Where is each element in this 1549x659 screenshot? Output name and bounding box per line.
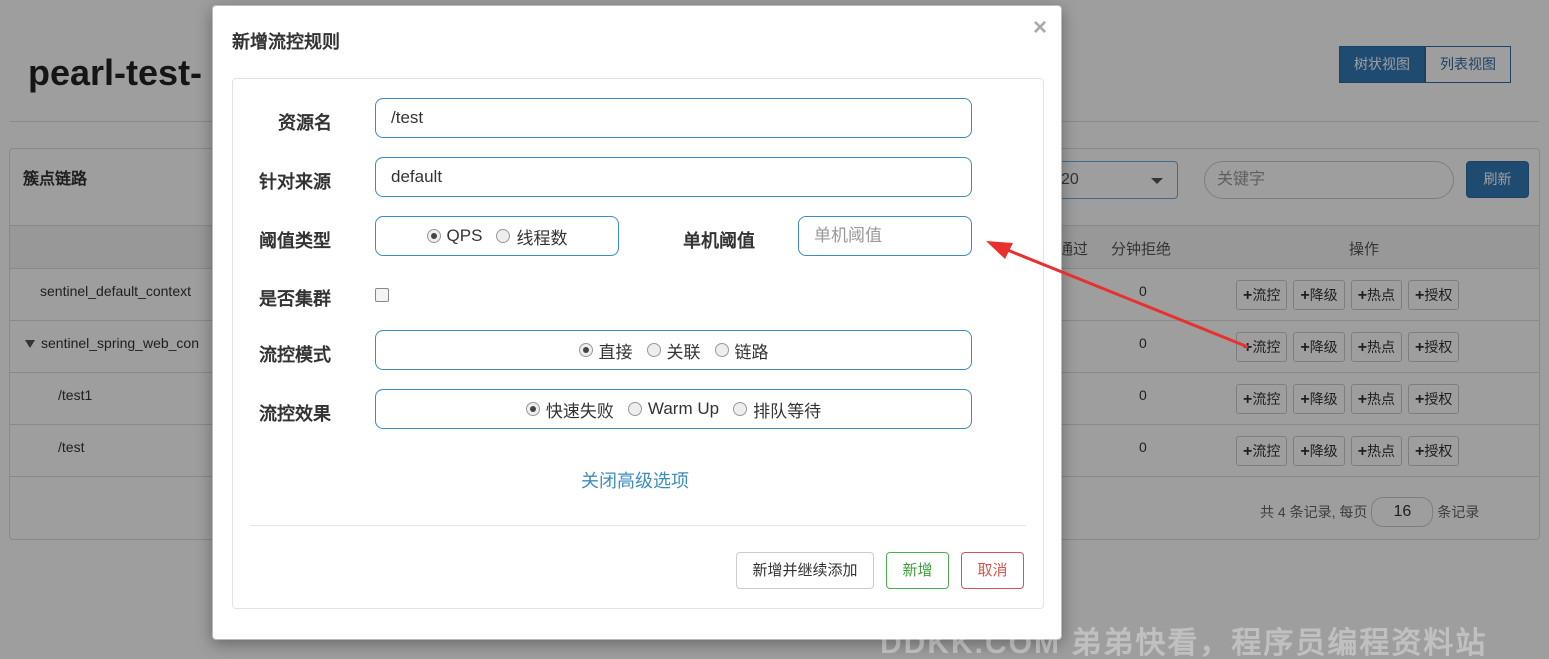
threshold-label: 单机阈值	[683, 231, 755, 251]
watermark: DDKK.COM 弟弟快看，程序员编程资料站	[880, 627, 1488, 659]
radio-unchecked-icon	[714, 343, 729, 357]
effect-label: 流控效果	[259, 404, 331, 424]
form-divider	[250, 525, 1026, 526]
radio-checked-icon	[578, 343, 593, 357]
radio-unchecked-icon	[627, 402, 642, 416]
radio-unchecked-icon	[646, 343, 661, 357]
threshold-type-group: QPS 线程数	[375, 216, 619, 256]
qps-radio[interactable]: QPS	[426, 226, 482, 246]
direct-radio[interactable]: 直接	[578, 338, 633, 363]
queue-radio[interactable]: 排队等待	[733, 397, 821, 422]
source-label: 针对来源	[259, 172, 331, 192]
add-flow-rule-dialog: 新增流控规则 × 资源名 /test 针对来源 default 阈值类型 QPS…	[212, 5, 1062, 640]
resource-input[interactable]: /test	[375, 98, 972, 138]
add-and-continue-button[interactable]: 新增并继续添加	[736, 552, 874, 589]
source-input[interactable]: default	[375, 157, 972, 197]
chain-radio[interactable]: 链路	[714, 338, 769, 363]
close-advanced-link[interactable]: 关闭高级选项	[581, 467, 689, 493]
cluster-label: 是否集群	[259, 289, 331, 309]
fast-fail-radio[interactable]: 快速失败	[525, 397, 614, 422]
dialog-title: 新增流控规则	[232, 32, 340, 52]
radio-unchecked-icon	[496, 229, 511, 243]
radio-checked-icon	[426, 229, 441, 243]
warm-up-radio[interactable]: Warm Up	[627, 399, 719, 419]
effect-group: 快速失败 Warm Up 排队等待	[375, 389, 972, 429]
rule-form: 资源名 /test 针对来源 default 阈值类型 QPS 线程数 单机阈值…	[232, 78, 1044, 609]
threshold-type-label: 阈值类型	[259, 231, 331, 251]
mode-label: 流控模式	[259, 345, 331, 365]
resource-label: 资源名	[278, 113, 332, 133]
relate-radio[interactable]: 关联	[646, 338, 701, 363]
mode-group: 直接 关联 链路	[375, 330, 972, 370]
radio-unchecked-icon	[733, 402, 748, 416]
cancel-button[interactable]: 取消	[961, 552, 1024, 589]
add-button[interactable]: 新增	[886, 552, 949, 589]
close-icon[interactable]: ×	[1033, 14, 1047, 42]
radio-checked-icon	[525, 402, 540, 416]
thread-count-radio[interactable]: 线程数	[496, 224, 567, 249]
cluster-checkbox[interactable]	[375, 288, 389, 302]
threshold-input[interactable]: 单机阈值	[798, 216, 972, 256]
